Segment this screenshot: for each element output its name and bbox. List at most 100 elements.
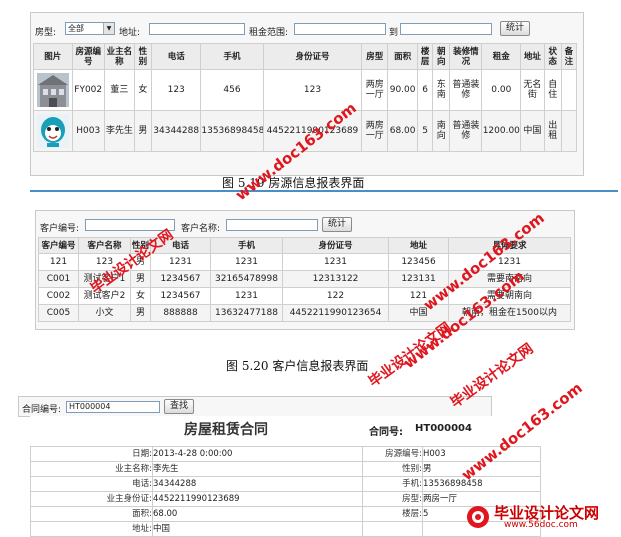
table-cell: 普通装修 (449, 69, 483, 111)
table-cell: 中国 (520, 110, 545, 152)
contract-number-label: 合同号: (369, 427, 403, 438)
contract-id-label: 合同编号: (22, 405, 62, 415)
table-cell (33, 110, 73, 152)
contract-row: 地址: 中国 (30, 521, 541, 537)
house-col-header: 面积 (387, 43, 419, 70)
table-cell: 女 (133, 69, 153, 111)
table-cell: 6 (417, 69, 434, 111)
table-cell: 无名街 (520, 69, 545, 111)
table-cell: 1200.00 (481, 110, 522, 152)
customer-col-header: 地址 (388, 237, 449, 254)
table-cell: 4452211990123654 (282, 304, 389, 322)
table-cell: 南向 (432, 110, 451, 152)
corner-site: www.56doc.com (504, 520, 578, 530)
house-type-select[interactable]: 全部 ▼ (65, 22, 115, 35)
customer-col-header: 客户名称 (78, 237, 131, 254)
contract-search-button[interactable]: 查找 (164, 399, 194, 414)
house-col-header: 手机 (200, 43, 264, 70)
rent-range-label: 租金范围: (249, 28, 289, 38)
field-label: 面积: (30, 506, 153, 522)
table-cell: H003 (71, 110, 105, 152)
table-cell: 李先生 (103, 110, 135, 152)
field-label (362, 521, 423, 537)
table-cell: 1231 (150, 253, 211, 271)
table-cell: C001 (38, 270, 79, 288)
field-value: 中国 (152, 521, 363, 537)
table-cell: 34344288 (151, 110, 202, 152)
table-cell: 5 (417, 110, 434, 152)
contract-row: 业主身份证: 4452211990123689 房型: 两房一厅 (30, 491, 541, 507)
table-cell: 小文 (78, 304, 131, 322)
contract-id-value: HT000004 (69, 402, 111, 411)
customer-col-header: 客户编号 (38, 237, 79, 254)
rent-min-input[interactable] (294, 23, 386, 35)
customer-name-input[interactable] (226, 219, 318, 231)
table-cell: 68.00 (387, 110, 419, 152)
contract-row: 日期: 2013-4-28 0:00:00 房源编号: H003 (30, 446, 541, 462)
table-row: FY002 董三女 123 456 123 两房一厅 90.00 6 东南 普通装修 0.00 无名街… (33, 69, 578, 111)
house-col-header: 性别 (133, 43, 153, 70)
chevron-down-icon[interactable]: ▼ (103, 23, 114, 34)
field-value: 13536898458 (422, 476, 541, 492)
table-cell: 男 (130, 304, 151, 322)
field-label: 业主名称: (30, 461, 153, 477)
field-label: 性别: (362, 461, 423, 477)
field-label: 日期: (30, 446, 153, 462)
table-cell: 1231 (282, 253, 389, 271)
table-cell: 0.00 (481, 69, 522, 111)
table-cell: 456 (200, 69, 264, 111)
contract-number-value: HT000004 (415, 423, 472, 434)
house-col-header: 图片 (33, 43, 73, 70)
house-col-header: 租金 (481, 43, 522, 70)
corner-logo: 毕业设计论文网 www.56doc.com (466, 502, 618, 532)
address-input[interactable] (149, 23, 245, 35)
house-col-header: 地址 (520, 43, 545, 70)
rent-max-input[interactable] (400, 23, 492, 35)
table-cell: 普通装修 (449, 110, 483, 152)
table-cell (560, 69, 578, 111)
table-cell: C002 (38, 287, 79, 305)
figure-caption-5-20: 图 5.20 客户信息报表界面 (226, 359, 369, 373)
contract-details-table: 日期: 2013-4-28 0:00:00 房源编号: H003 业主名称: 李先生 性别:… (30, 446, 541, 537)
house-col-header: 楼层 (417, 43, 434, 70)
house-col-header: 房型 (361, 43, 389, 70)
field-label: 手机: (362, 476, 423, 492)
table-cell: 1231 (210, 253, 283, 271)
house-col-header: 状态 (543, 43, 562, 70)
table-cell: 1234567 (150, 287, 211, 305)
to-label: 到 (389, 28, 399, 38)
table-cell: 出租 (543, 110, 562, 152)
field-label: 地址: (30, 521, 153, 537)
table-cell: FY002 (71, 69, 105, 111)
table-cell: 123456 (388, 253, 449, 271)
field-label: 楼层: (362, 506, 423, 522)
contract-id-input[interactable]: HT000004 (66, 401, 160, 413)
table-cell (560, 110, 578, 152)
house-photo-icon (36, 73, 69, 107)
table-cell: 13536898458 (200, 110, 264, 152)
table-cell: 东南 (432, 69, 451, 111)
field-label: 房源编号: (362, 446, 423, 462)
cartoon-avatar-icon (36, 114, 69, 148)
table-cell: 123 (151, 69, 202, 111)
table-cell: 12313122 (282, 270, 389, 288)
house-type-label: 房型: (35, 28, 57, 38)
table-cell: 两房一厅 (361, 69, 389, 111)
table-cell: 1231 (210, 287, 283, 305)
field-value: 68.00 (152, 506, 363, 522)
customer-col-header: 手机 (210, 237, 283, 254)
table-cell: 董三 (103, 69, 135, 111)
table-cell: 32165478998 (210, 270, 283, 288)
address-label: 地址: (119, 28, 141, 38)
house-col-header: 身份证号 (262, 43, 363, 70)
house-type-select-value: 全部 (68, 24, 84, 33)
table-cell: C005 (38, 304, 79, 322)
customer-name-label: 客户名称: (181, 224, 221, 234)
house-stats-button[interactable]: 统计 (500, 21, 530, 36)
contract-search-panel: 合同编号: HT000004 查找 (18, 396, 492, 417)
table-cell: 男 (130, 270, 151, 288)
customer-stats-button[interactable]: 统计 (322, 217, 352, 232)
field-value: 34344288 (152, 476, 363, 492)
field-value: 李先生 (152, 461, 363, 477)
table-cell: 13632477188 (210, 304, 283, 322)
